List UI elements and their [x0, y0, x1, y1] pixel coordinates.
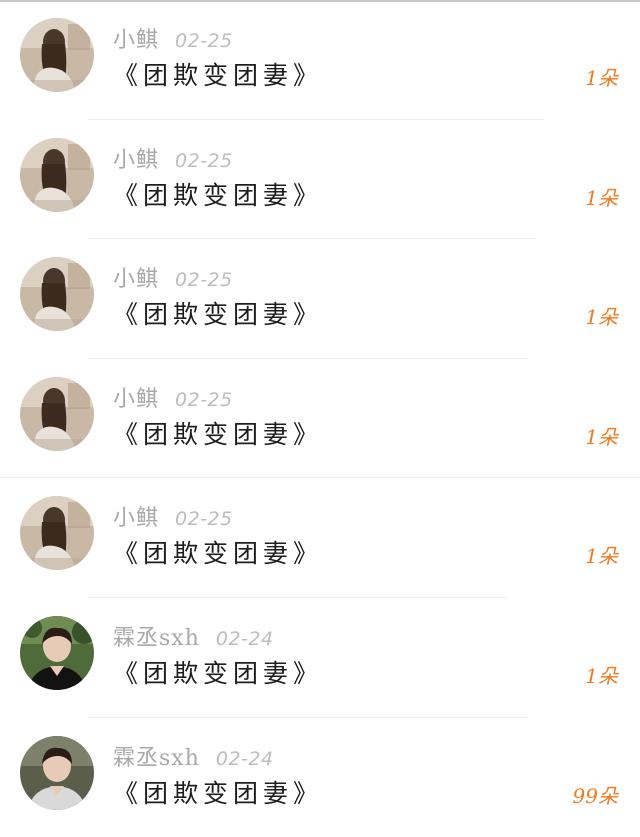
username[interactable]: 小鲯 — [113, 142, 159, 174]
flower-count: 1朵 — [585, 185, 618, 210]
avatar[interactable] — [20, 137, 94, 212]
girl-avatar-icon — [20, 376, 94, 451]
name-line: 小鲯 02-25 — [113, 142, 233, 174]
name-line: 小鲯 02-25 — [113, 381, 233, 413]
comment-row[interactable]: 小鲯 02-25 《团欺变团妻》 1朵 — [0, 0, 640, 120]
comment-text: 《团欺变团妻》 — [113, 180, 324, 210]
flower-count: 99朵 — [572, 783, 618, 808]
username[interactable]: 小鲯 — [113, 22, 159, 54]
girl-avatar-icon — [20, 137, 94, 212]
avatar[interactable] — [20, 735, 94, 810]
flower-count: 1朵 — [585, 544, 618, 569]
username[interactable]: 小鲯 — [113, 261, 159, 293]
flower-count: 1朵 — [585, 663, 618, 688]
comment-date: 02-25 — [175, 30, 233, 52]
avatar[interactable] — [20, 18, 94, 92]
girl-avatar-icon — [20, 496, 94, 571]
flower-count: 1朵 — [585, 424, 618, 449]
comment-text: 《团欺变团妻》 — [113, 300, 324, 330]
name-line: 霖丞sxh 02-24 — [113, 740, 274, 772]
flower-count: 1朵 — [585, 66, 618, 90]
avatar[interactable] — [20, 496, 94, 571]
comment-row[interactable]: 小鲯 02-25 《团欺变团妻》 1朵 — [0, 359, 640, 479]
comment-date: 02-25 — [175, 269, 233, 292]
comment-row[interactable]: 小鲯 02-25 《团欺变团妻》 1朵 — [0, 120, 640, 240]
comment-text: 《团欺变团妻》 — [113, 61, 324, 90]
flower-count: 1朵 — [585, 305, 618, 330]
boy-avatar-icon — [20, 615, 94, 690]
boy-avatar-icon — [20, 735, 94, 810]
comment-row[interactable]: 小鲯 02-25 《团欺变团妻》 1朵 — [0, 239, 640, 359]
username[interactable]: 霖丞sxh — [113, 740, 200, 772]
comment-text: 《团欺变团妻》 — [113, 419, 324, 449]
comment-date: 02-24 — [215, 627, 274, 650]
name-line: 小鲯 02-25 — [113, 500, 233, 532]
avatar[interactable] — [20, 615, 94, 690]
avatar[interactable] — [20, 257, 94, 332]
username[interactable]: 霖丞sxh — [113, 620, 200, 652]
comment-date: 02-25 — [175, 149, 233, 172]
girl-avatar-icon — [20, 257, 94, 332]
name-line: 霖丞sxh 02-24 — [113, 620, 274, 652]
comment-row[interactable]: 小鲯 02-25 《团欺变团妻》 1朵 — [0, 478, 640, 598]
comment-date: 02-24 — [215, 747, 274, 770]
comment-list: 小鲯 02-25 《团欺变团妻》 1朵 小鲯 02-25 《团欺变团妻》 1朵 — [0, 0, 640, 837]
comment-date: 02-25 — [175, 388, 233, 411]
username[interactable]: 小鲯 — [113, 500, 159, 532]
comment-row[interactable]: 霖丞sxh 02-24 《团欺变团妻》 1朵 — [0, 598, 640, 718]
username[interactable]: 小鲯 — [113, 381, 159, 413]
comment-row[interactable]: 霖丞sxh 02-24 《团欺变团妻》 99朵 — [0, 718, 640, 837]
comment-text: 《团欺变团妻》 — [113, 778, 324, 808]
comment-text: 《团欺变团妻》 — [113, 658, 324, 688]
comment-text: 《团欺变团妻》 — [113, 539, 324, 569]
name-line: 小鲯 02-25 — [113, 261, 233, 293]
name-line: 小鲯 02-25 — [113, 22, 233, 54]
girl-avatar-icon — [20, 18, 94, 92]
avatar[interactable] — [20, 376, 94, 451]
comment-date: 02-25 — [175, 508, 233, 531]
